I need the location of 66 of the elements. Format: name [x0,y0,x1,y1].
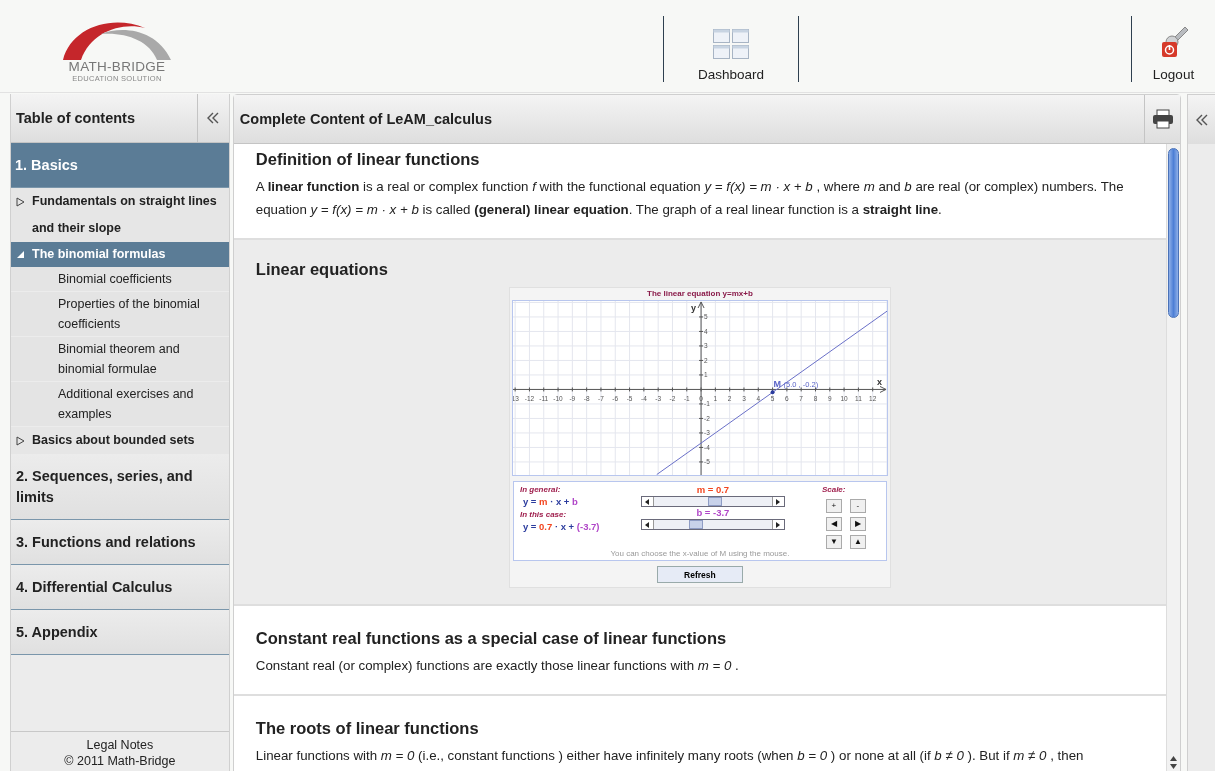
collapse-triangle-icon[interactable] [16,250,25,259]
chapter-item[interactable]: 1. Basics [11,143,229,188]
section-title: Definition of linear functions [255,150,481,169]
expand-triangle-icon[interactable] [16,196,25,207]
paragraph: Linear functions with m = 0 (i.e., constant functions ) either have infinitely many roots (when b = 0 ) or none at all (if b ≠ 0 ). But if m ≠ 0 , then [255,747,1085,765]
logo-text: MATH-BRIDGE [68,60,166,74]
legal-notes-link[interactable]: Legal Notes [11,737,229,753]
double-chevron-icon [1194,112,1209,127]
right-arrow-button[interactable] [771,520,784,529]
axis-label: y [691,303,696,313]
left-triangle-icon [645,498,650,505]
scale-button[interactable]: ▲ [849,535,866,549]
scale-button[interactable]: - [849,499,866,513]
slider-thumb[interactable] [689,520,704,529]
scrollbar[interactable] [1166,144,1180,771]
scale-button[interactable]: ▶ [849,517,866,531]
arch-logo-icon [61,20,173,60]
slider-label: b = -3.7 [696,507,730,519]
right-arrow-button[interactable] [771,497,784,506]
paragraph: Constant real (or complex) functions are exactly those linear functions with m = 0 . [255,657,740,675]
right-triangle-icon [776,498,781,505]
up-arrow-icon[interactable] [1170,756,1177,761]
control-label: In general: [519,484,562,495]
slider[interactable] [640,496,785,507]
down-arrow-icon[interactable] [1170,764,1177,769]
logout-button[interactable]: Logout [1131,16,1215,82]
toc-subitem[interactable]: Properties of the binomial coefficients [11,292,229,337]
right-triangle-icon [776,521,781,528]
slider-label: m = 0.7 [696,484,730,496]
left-arrow-button[interactable] [641,497,654,506]
scrollbar-thumb[interactable] [1168,148,1179,318]
grid-icon [713,29,749,59]
formula: y = 0.7 · x + (-3.7) [521,520,601,534]
left-triangle-icon [645,521,650,528]
scale-label: Scale: [821,484,847,495]
toc-subitem[interactable]: Binomial theorem and binomial formulae [11,337,229,382]
scale-button[interactable]: ▼ [825,535,842,549]
toc-item[interactable]: Basics about bounded sets [11,427,229,454]
section-title: Constant real functions as a special case of linear functions [255,629,728,648]
panel-title: Complete Content of LeAM_calculus [238,111,493,127]
chart-title: The linear equation y=mx+b [647,288,753,300]
toc-item[interactable]: Fundamentals on straight lines and their slope [11,188,229,242]
hint-text: You can choose the x-value of M using the mouse. [609,549,791,559]
control-label: In this case: [519,509,568,520]
copyright-text: © 2011 Math-Bridge [63,753,177,769]
scale-button[interactable]: ◀ [825,517,842,531]
paragraph: A linear function is a real or complex function f with the functional equation y = f(x) = m · x + b , where m and b are real (or complex) numbers. The equation y = f(x) = m · x + b is called (general) linear equation. The graph of a real linear function is a straight line. [255,178,1125,219]
slider[interactable] [640,519,785,530]
formula: y = m · x + b [521,495,579,509]
toc-subitem[interactable]: Additional exercises and examples [11,382,229,427]
panel-title: Table of contents [15,110,136,126]
section-title: Linear equations [255,260,389,279]
point-marker[interactable] [770,390,775,395]
double-chevron-icon [206,111,221,125]
scale-button[interactable]: + [825,499,842,513]
toc-item[interactable]: The binomial formulas [11,242,229,267]
point-label: M [773,379,781,390]
refresh-button[interactable]: Refresh [656,566,743,583]
dashboard-button[interactable]: Dashboard [663,16,799,82]
left-arrow-button[interactable] [641,520,654,529]
slider-thumb[interactable] [708,497,723,506]
axis-label: x [876,377,882,388]
printer-icon [1151,109,1174,129]
expand-triangle-icon[interactable] [16,435,25,446]
toc-subitem[interactable]: Binomial coefficients [11,267,229,292]
section-title: The roots of linear functions [255,719,480,738]
